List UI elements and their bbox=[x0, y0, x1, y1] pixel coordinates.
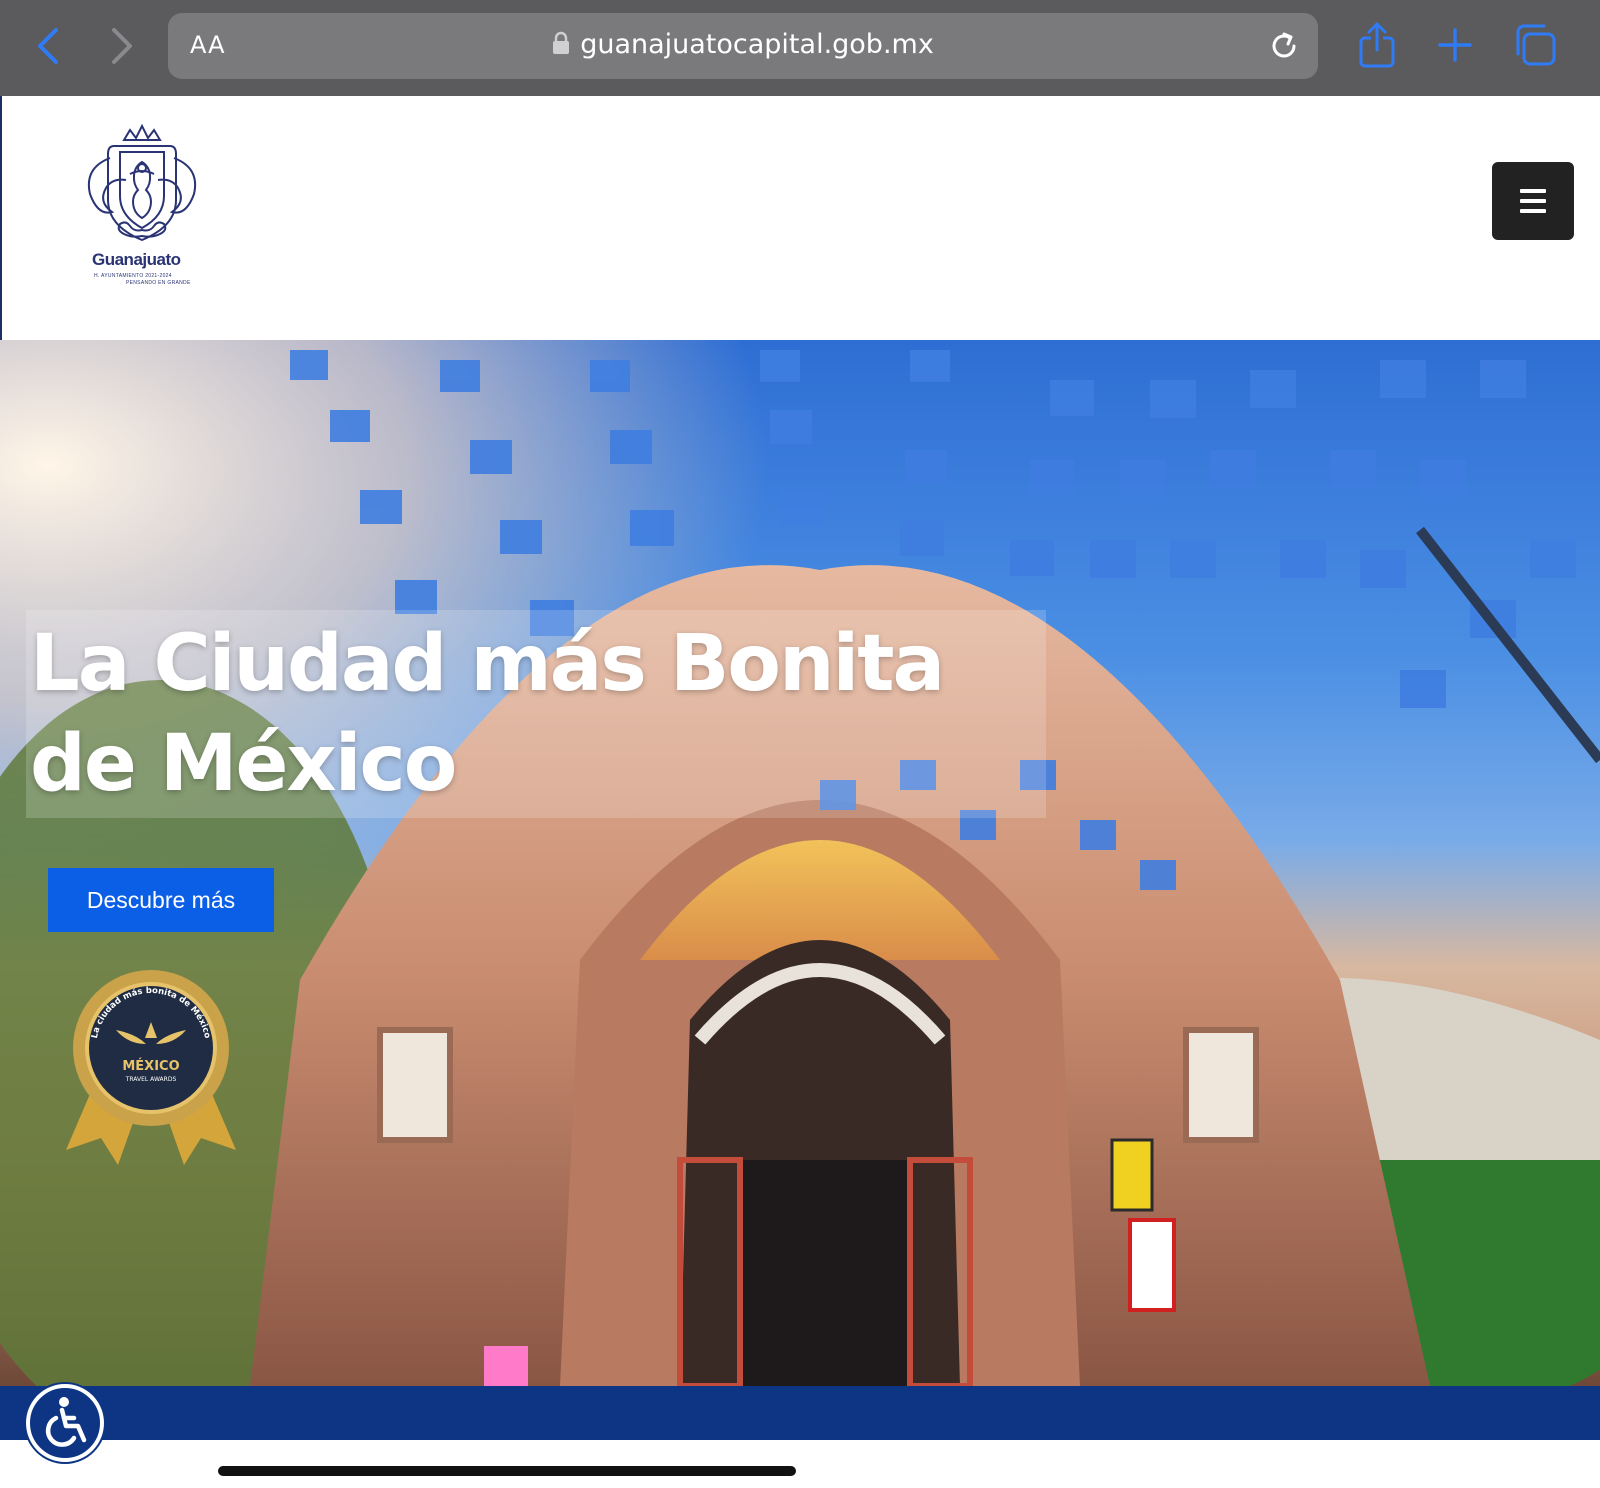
plaque-right bbox=[1183, 1027, 1259, 1143]
award-badge[interactable]: La ciudad más bonita de México MÉXICO TR… bbox=[56, 960, 246, 1170]
hero-title: La Ciudad más Bonita de México bbox=[26, 610, 1046, 818]
pedestrian-sign bbox=[1110, 1138, 1154, 1212]
url-text: guanajuatocapital.gob.mx bbox=[580, 29, 934, 60]
share-icon[interactable] bbox=[1352, 20, 1402, 70]
hero-photo bbox=[0, 340, 1600, 1386]
address-bar[interactable]: AA guanajuatocapital.gob.mx bbox=[168, 13, 1318, 79]
hero-banner: La Ciudad más Bonita de México Descubre … bbox=[0, 340, 1600, 1386]
award-label: MÉXICO bbox=[122, 1058, 179, 1074]
logo-subtitle: H. AYUNTAMIENTO 2021-2024 bbox=[94, 273, 172, 279]
page-bottom bbox=[0, 1440, 1600, 1488]
plaque-left bbox=[377, 1027, 453, 1143]
entrance-door bbox=[740, 1160, 910, 1386]
browser-toolbar: AA guanajuatocapital.gob.mx bbox=[0, 0, 1600, 96]
forward-icon[interactable] bbox=[100, 24, 140, 68]
home-indicator bbox=[218, 1466, 796, 1476]
hamburger-icon bbox=[1520, 189, 1546, 193]
hamburger-icon-line bbox=[1520, 209, 1546, 213]
menu-button[interactable] bbox=[1492, 162, 1574, 240]
footer-bar bbox=[0, 1386, 1600, 1440]
hamburger-icon-line bbox=[1520, 199, 1546, 203]
logo-name: Guanajuato bbox=[92, 250, 181, 269]
back-icon[interactable] bbox=[30, 24, 70, 68]
no-parking-sign bbox=[1128, 1218, 1176, 1312]
discover-more-button[interactable]: Descubre más bbox=[48, 868, 274, 932]
lock-icon bbox=[553, 31, 570, 54]
new-tab-icon[interactable] bbox=[1430, 20, 1480, 70]
wheelchair-icon bbox=[45, 1397, 87, 1447]
accessibility-button[interactable] bbox=[26, 1384, 104, 1462]
logo-tagline: PENSANDO EN GRANDE bbox=[126, 280, 191, 286]
coat-of-arms-icon bbox=[88, 123, 196, 242]
tabs-icon[interactable] bbox=[1510, 20, 1560, 70]
pink-stand bbox=[484, 1346, 528, 1386]
url-display[interactable]: guanajuatocapital.gob.mx bbox=[168, 29, 1318, 60]
reload-icon[interactable] bbox=[1266, 28, 1302, 64]
site-header: Guanajuato H. AYUNTAMIENTO 2021-2024 PEN… bbox=[0, 96, 1600, 340]
award-sublabel: TRAVEL AWARDS bbox=[125, 1076, 177, 1083]
